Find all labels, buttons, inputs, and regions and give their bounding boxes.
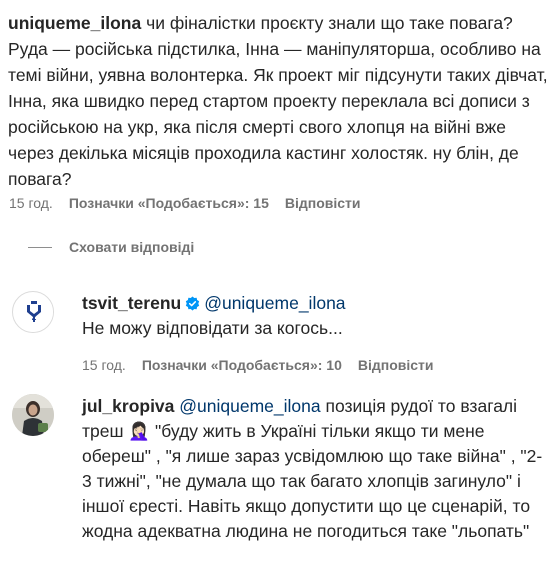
reply-button[interactable]: Відповісти	[285, 195, 361, 211]
reply-text: jul_kropiva @uniqueme_ilona позиція рудо…	[82, 394, 547, 544]
reply-likes[interactable]: Позначки «Подобається»: 10	[142, 357, 342, 373]
reply-body-text-2: "буду жить в Україні тільки якщо ти мене…	[82, 421, 543, 541]
avatar[interactable]: 2	[12, 291, 54, 333]
comment-meta: 15 год. Позначки «Подобається»: 15 Відпо…	[9, 193, 377, 213]
reply-username[interactable]: jul_kropiva	[82, 396, 174, 416]
hide-replies-line	[28, 246, 52, 248]
avatar[interactable]	[12, 394, 54, 436]
svg-text:2: 2	[32, 313, 37, 322]
comment-text: uniqueme_ilona чи фіналістки проєкту зна…	[8, 10, 548, 192]
reply-text: tsvit_terenu @uniqueme_ilona Не можу відп…	[82, 291, 547, 341]
reply-mention[interactable]: @uniqueme_ilona	[179, 396, 320, 416]
reply-username[interactable]: tsvit_terenu	[82, 293, 181, 313]
comment-likes[interactable]: Позначки «Подобається»: 15	[69, 195, 269, 211]
avatar-photo-icon	[12, 394, 54, 436]
reply-body: tsvit_terenu @uniqueme_ilona Не можу відп…	[82, 291, 547, 375]
reply-mention[interactable]: @uniqueme_ilona	[204, 293, 345, 313]
comment-time[interactable]: 15 год.	[9, 195, 53, 211]
facepalm-emoji-icon: 🤦🏻‍♀️	[128, 421, 151, 441]
reply-reply-button[interactable]: Відповісти	[358, 357, 434, 373]
hide-replies-label: Сховати відповіді	[69, 239, 195, 255]
reply-meta: 15 год. Позначки «Подобається»: 10 Відпо…	[82, 355, 547, 375]
verified-badge-icon	[186, 296, 200, 311]
hide-replies-button[interactable]: Сховати відповіді	[28, 239, 194, 255]
reply-time[interactable]: 15 год.	[82, 357, 126, 373]
comment-main: uniqueme_ilona чи фіналістки проєкту зна…	[8, 10, 548, 192]
reply-body: jul_kropiva @uniqueme_ilona позиція рудо…	[82, 394, 547, 544]
reply-body-text: Не можу відповідати за когось...	[82, 318, 343, 338]
comment-body: чи фіналістки проєкту знали що таке пова…	[8, 13, 548, 189]
avatar-logo-icon: 2	[14, 293, 53, 332]
comment-username[interactable]: uniqueme_ilona	[8, 13, 141, 33]
reply-item: jul_kropiva @uniqueme_ilona позиція рудо…	[12, 394, 547, 566]
reply-item: 2 tsvit_terenu @uniqueme_ilona Не можу ві…	[12, 291, 547, 376]
